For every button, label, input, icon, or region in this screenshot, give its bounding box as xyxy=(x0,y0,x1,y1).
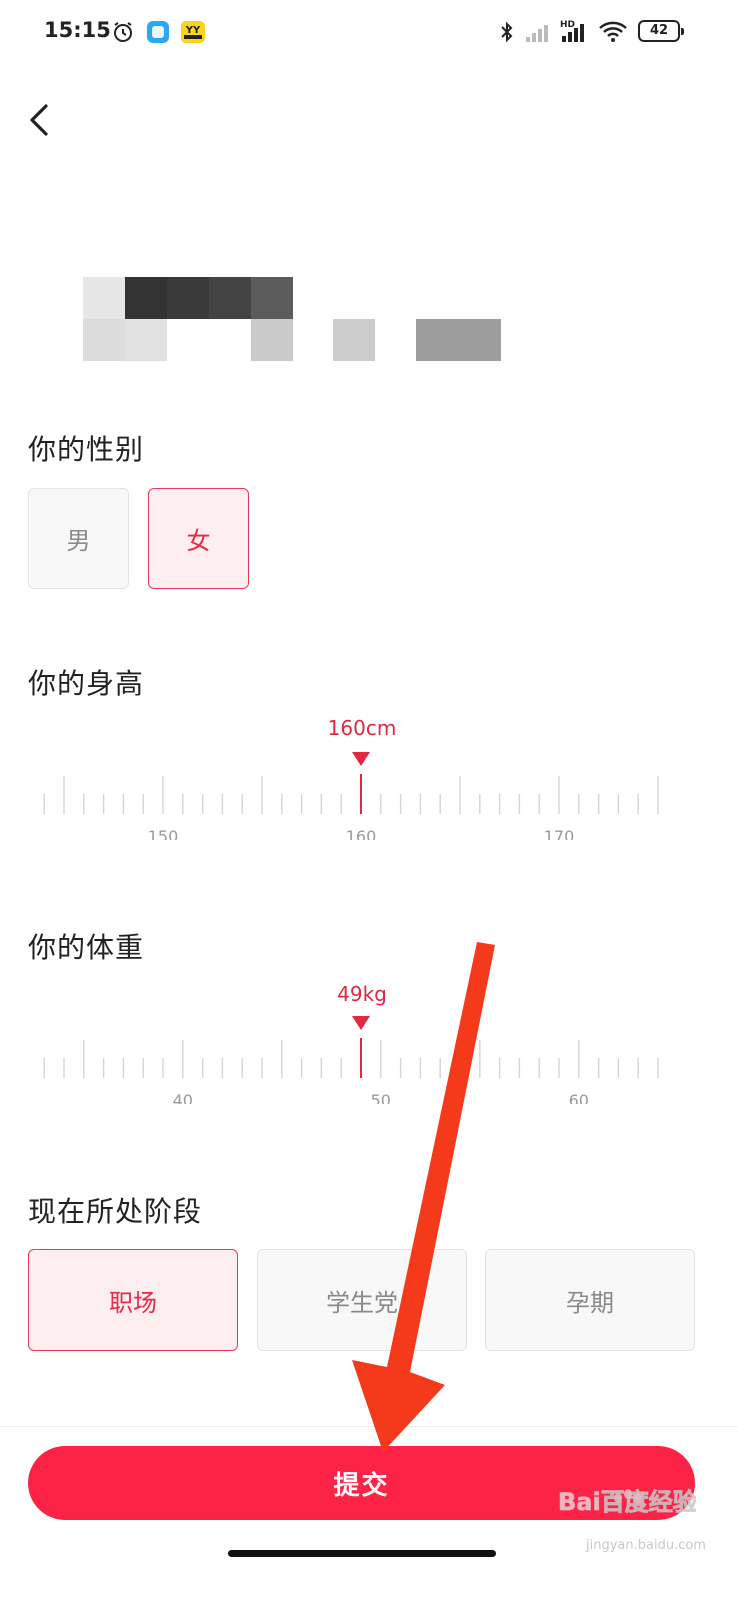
submit-label: 提交 xyxy=(333,1470,390,1501)
weight-pointer-icon xyxy=(352,1016,370,1030)
svg-text:YY: YY xyxy=(185,25,201,36)
chevron-left-icon xyxy=(30,104,48,136)
weight-tick-label: 40 xyxy=(173,1091,193,1104)
height-ruler[interactable]: 160cm 150 160 170 xyxy=(0,700,738,840)
hd-signal-icon: HD xyxy=(560,18,590,48)
alarm-icon xyxy=(111,20,135,48)
signal-icon xyxy=(524,22,552,48)
gender-option-female[interactable]: 女 xyxy=(148,488,249,589)
battery-icon: 42 xyxy=(638,20,684,42)
bottom-divider xyxy=(0,1426,738,1427)
gender-option-label: 女 xyxy=(186,527,211,555)
svg-text:HD: HD xyxy=(560,20,575,30)
stage-option-label: 孕期 xyxy=(566,1288,614,1317)
app-icon-blue xyxy=(146,20,170,48)
weight-ruler-scale: 40 50 60 xyxy=(43,1016,659,1104)
weight-section-title: 你的体重 xyxy=(28,931,145,964)
stage-option-label: 职场 xyxy=(109,1288,157,1317)
weight-tick-label: 60 xyxy=(569,1091,589,1104)
stage-option-pregnancy[interactable]: 孕期 xyxy=(485,1249,695,1351)
gender-option-label: 男 xyxy=(66,527,91,555)
weight-tick-label: 50 xyxy=(371,1091,391,1104)
baidu-watermark-logo: Bai百度经验 xyxy=(558,1488,696,1517)
home-indicator xyxy=(228,1550,496,1557)
height-pointer-icon xyxy=(352,752,370,766)
back-button[interactable] xyxy=(18,96,62,144)
bluetooth-icon xyxy=(498,20,516,48)
height-section-title: 你的身高 xyxy=(28,667,145,700)
app-icon-yy: YY xyxy=(180,20,206,48)
wifi-icon xyxy=(598,20,628,48)
height-tick-label: 160 xyxy=(346,827,377,840)
status-time: 15:15 xyxy=(44,18,111,42)
stage-option-label: 学生党 xyxy=(326,1288,398,1317)
status-bar: 15:15 YY HD 42 xyxy=(0,0,738,64)
height-tick-label: 170 xyxy=(544,827,575,840)
redacted-header-block xyxy=(83,277,501,361)
stage-option-workplace[interactable]: 职场 xyxy=(28,1249,238,1351)
height-tick-label: 150 xyxy=(148,827,179,840)
stage-section-title: 现在所处阶段 xyxy=(28,1195,203,1228)
gender-option-male[interactable]: 男 xyxy=(28,488,129,589)
watermark-url: jingyan.baidu.com xyxy=(586,1538,706,1553)
gender-section-title: 你的性别 xyxy=(28,433,145,466)
stage-option-student[interactable]: 学生党 xyxy=(257,1249,467,1351)
weight-ruler[interactable]: 49kg 40 50 60 xyxy=(0,964,738,1104)
height-ruler-scale: 150 160 170 xyxy=(43,752,659,840)
